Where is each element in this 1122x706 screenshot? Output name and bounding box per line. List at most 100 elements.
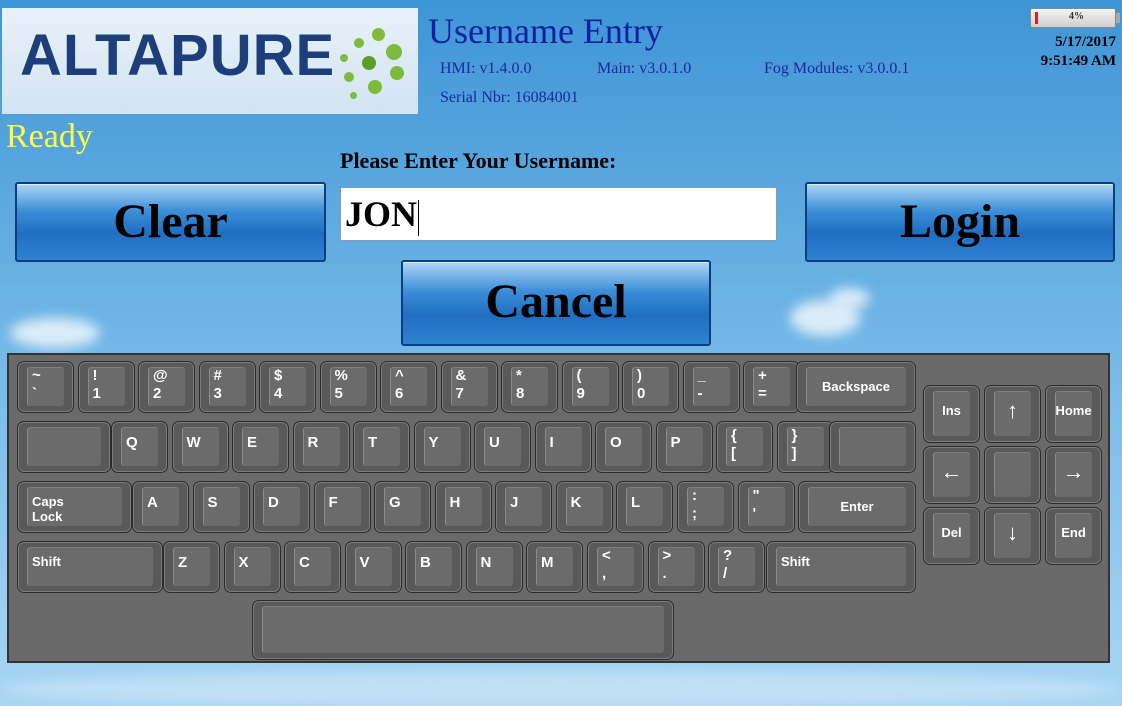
- key-4[interactable]: $4: [259, 361, 316, 413]
- arrow-right-key-label: →: [1062, 459, 1085, 484]
- tab-key[interactable]: [17, 421, 111, 473]
- key-m-label: M: [541, 554, 554, 571]
- key-h[interactable]: H: [434, 481, 492, 533]
- end-key-label: End: [1061, 525, 1086, 540]
- key-2[interactable]: @2: [138, 361, 195, 413]
- key-slash[interactable]: ? /: [708, 541, 765, 593]
- end-key[interactable]: End: [1045, 507, 1102, 565]
- key-quote-label: ": [752, 487, 760, 504]
- key-0-label: ): [637, 367, 642, 384]
- key-=-label: =: [758, 385, 767, 402]
- key-x[interactable]: X: [223, 541, 281, 593]
- key-o-label: O: [610, 434, 622, 451]
- key-i[interactable]: I: [534, 421, 592, 473]
- text-caret: [418, 199, 419, 236]
- logo-text: ALTAPURE: [20, 23, 336, 88]
- cancel-button[interactable]: Cancel: [401, 260, 711, 346]
- backspace-key[interactable]: Backspace: [796, 361, 916, 413]
- space-key[interactable]: [252, 600, 674, 660]
- key-f[interactable]: F: [313, 481, 371, 533]
- key-d[interactable]: D: [253, 481, 310, 533]
- key-7[interactable]: & 7: [440, 361, 498, 413]
- home-key[interactable]: Home: [1045, 385, 1102, 443]
- key-3-label: 3: [213, 385, 222, 402]
- key-o[interactable]: O: [595, 421, 652, 473]
- key-bracket-close[interactable]: }]: [776, 421, 834, 473]
- key-quote[interactable]: " ': [737, 481, 795, 533]
- key-slash-label: ?: [723, 547, 733, 564]
- arrow-up-key[interactable]: ↑: [984, 385, 1041, 443]
- logo-dots-icon: [332, 26, 412, 106]
- key-5[interactable]: % 5: [319, 361, 377, 413]
- key-9[interactable]: (9: [561, 361, 619, 413]
- key-y-label: Y: [428, 434, 439, 451]
- key-q[interactable]: Q: [111, 421, 168, 473]
- key-y[interactable]: Y: [413, 421, 471, 473]
- clear-button[interactable]: Clear: [15, 182, 326, 262]
- serial-number: Serial Nbr: 16084001: [440, 89, 579, 106]
- key-x-label: X: [238, 554, 249, 571]
- key-3[interactable]: #3: [198, 361, 256, 413]
- key-j[interactable]: J: [495, 481, 552, 533]
- blank-key[interactable]: [829, 421, 916, 473]
- key-1[interactable]: ! 1: [77, 361, 135, 413]
- key-w[interactable]: W: [171, 421, 229, 473]
- key-u[interactable]: U: [474, 421, 531, 473]
- caps-lock-key[interactable]: Caps Lock: [17, 481, 132, 533]
- key-period-label: >: [662, 547, 672, 564]
- battery-fill: [1035, 12, 1038, 24]
- shift-right-key[interactable]: Shift: [766, 541, 916, 593]
- arrow-left-key-label: ←: [940, 459, 963, 484]
- key-=[interactable]: + =: [743, 361, 800, 413]
- key-v[interactable]: V: [344, 541, 402, 593]
- key-l[interactable]: L: [616, 481, 673, 533]
- key-k[interactable]: K: [555, 481, 613, 533]
- key-bracket-open-label: [: [731, 445, 736, 462]
- key-comma[interactable]: <,: [587, 541, 644, 593]
- arrow-up-key-label: ↑: [1007, 398, 1018, 423]
- cloud-decoration: [830, 288, 870, 308]
- key-r[interactable]: R: [292, 421, 350, 473]
- key-s[interactable]: S: [192, 481, 250, 533]
- key-a[interactable]: A: [132, 481, 189, 533]
- fog-modules-version: Fog Modules: v3.0.0.1: [764, 60, 910, 77]
- key-e[interactable]: E: [232, 421, 289, 473]
- key-comma-label: ,: [602, 565, 607, 582]
- key-t[interactable]: T: [353, 421, 410, 473]
- key-0[interactable]: ) 0: [622, 361, 679, 413]
- arrow-down-key[interactable]: ↓: [984, 507, 1041, 565]
- key-k-label: K: [570, 494, 582, 511]
- key-9-label: (: [576, 367, 582, 384]
- del-key[interactable]: Del: [923, 507, 980, 565]
- login-button[interactable]: Login: [805, 182, 1115, 262]
- key-b[interactable]: B: [405, 541, 462, 593]
- key-n[interactable]: N: [465, 541, 523, 593]
- key-4-label: 4: [274, 385, 283, 402]
- key-1-label: 1: [92, 385, 101, 402]
- key-`[interactable]: ~ `: [17, 361, 74, 413]
- key-8[interactable]: * 8: [501, 361, 558, 413]
- key-8-label: *: [516, 367, 522, 384]
- key-p[interactable]: P: [655, 421, 713, 473]
- enter-key[interactable]: Enter: [798, 481, 916, 533]
- key-z[interactable]: Z: [163, 541, 220, 593]
- ins-key[interactable]: Ins: [923, 385, 980, 443]
- home-key-label: Home: [1055, 403, 1092, 418]
- username-input[interactable]: JON: [340, 187, 777, 241]
- key--[interactable]: _ -: [682, 361, 740, 413]
- arrow-right-key[interactable]: →: [1045, 446, 1102, 504]
- arrow-left-key[interactable]: ←: [923, 446, 980, 504]
- ins-key-label: Ins: [942, 403, 961, 418]
- key-semicolon[interactable]: :;: [677, 481, 734, 533]
- shift-left-key[interactable]: Shift: [17, 541, 163, 593]
- key-m[interactable]: M: [526, 541, 583, 593]
- nav-center-key[interactable]: [984, 446, 1041, 504]
- backspace-key-label: Backspace: [822, 379, 890, 394]
- key-period[interactable]: >.: [647, 541, 705, 593]
- key-c[interactable]: C: [284, 541, 341, 593]
- key-r-label: R: [307, 434, 319, 451]
- key-bracket-open[interactable]: {[: [716, 421, 773, 473]
- key-6[interactable]: ^ 6: [380, 361, 437, 413]
- shift-right-key-label: Shift: [781, 554, 810, 569]
- key-g[interactable]: G: [374, 481, 431, 533]
